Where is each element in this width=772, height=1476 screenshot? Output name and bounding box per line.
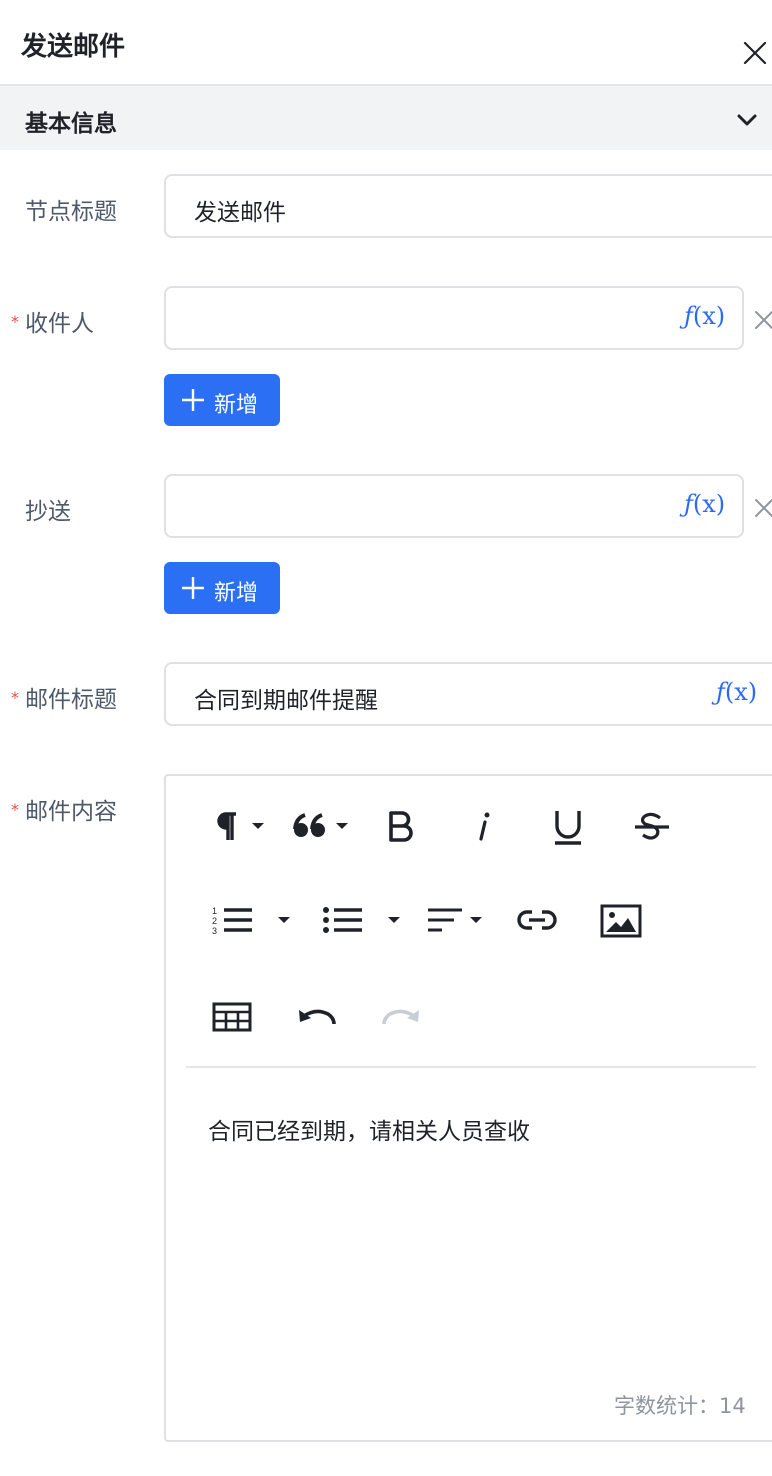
mail-subject-value: 合同到期邮件提醒	[194, 688, 378, 714]
remove-cc-icon[interactable]	[752, 496, 772, 520]
drawer-header: 发送邮件	[0, 0, 772, 86]
close-icon[interactable]	[738, 36, 772, 70]
redo-icon[interactable]	[380, 1004, 422, 1034]
mail-subject-input[interactable]: 合同到期邮件提醒 ƒ(x)	[164, 662, 772, 726]
undo-icon[interactable]	[296, 1004, 338, 1034]
node-title-input[interactable]: 发送邮件	[164, 174, 772, 238]
add-button-label: 新增	[214, 393, 259, 418]
remove-recipient-icon[interactable]	[752, 308, 772, 332]
blockquote-icon[interactable]	[292, 810, 354, 842]
bold-icon[interactable]	[386, 810, 416, 842]
required-mark: *	[11, 312, 19, 331]
svg-text:2: 2	[212, 916, 217, 926]
mail-subject-label: 邮件标题	[25, 687, 117, 713]
align-icon[interactable]	[426, 904, 490, 936]
underline-icon[interactable]	[552, 808, 584, 846]
link-icon[interactable]	[516, 904, 558, 936]
required-mark: *	[11, 688, 19, 707]
bullet-list-icon[interactable]	[322, 904, 406, 936]
plus-icon	[182, 577, 204, 599]
word-count: 字数统计：14	[614, 1394, 746, 1418]
cc-label: 抄送	[25, 499, 71, 525]
recipient-label: 收件人	[25, 311, 94, 337]
svg-text:1: 1	[212, 906, 217, 916]
italic-icon[interactable]	[472, 810, 496, 842]
function-icon[interactable]: ƒ(x)	[684, 490, 725, 518]
image-icon[interactable]	[600, 904, 642, 938]
function-icon[interactable]: ƒ(x)	[716, 678, 757, 706]
svg-text:3: 3	[212, 926, 217, 936]
ordered-list-icon[interactable]: 1 2 3	[210, 904, 296, 936]
section-basic-info[interactable]: 基本信息	[0, 86, 772, 150]
editor-content[interactable]: 合同已经到期，请相关人员查收	[208, 1112, 530, 1146]
cc-input[interactable]: ƒ(x)	[164, 474, 744, 538]
drawer-title: 发送邮件	[21, 32, 126, 62]
node-title-value: 发送邮件	[194, 200, 286, 226]
mail-body-label: 邮件内容	[25, 799, 117, 825]
chevron-down-icon[interactable]	[735, 108, 759, 132]
node-title-label: 节点标题	[25, 199, 117, 225]
paragraph-icon[interactable]	[210, 810, 270, 842]
add-button-label: 新增	[214, 581, 259, 606]
section-title: 基本信息	[25, 111, 117, 137]
toolbar-divider	[186, 1066, 756, 1068]
add-recipient-button[interactable]: 新增	[164, 374, 280, 426]
function-icon[interactable]: ƒ(x)	[684, 302, 725, 330]
add-cc-button[interactable]: 新增	[164, 562, 280, 614]
strikethrough-icon[interactable]	[632, 810, 672, 842]
plus-icon	[182, 389, 204, 411]
rich-text-editor[interactable]: 1 2 3 合同已经到期，请相关人员查收 字数统计：14	[164, 774, 772, 1442]
recipient-input[interactable]: ƒ(x)	[164, 286, 744, 350]
required-mark: *	[11, 800, 19, 819]
table-icon[interactable]	[212, 1002, 252, 1032]
